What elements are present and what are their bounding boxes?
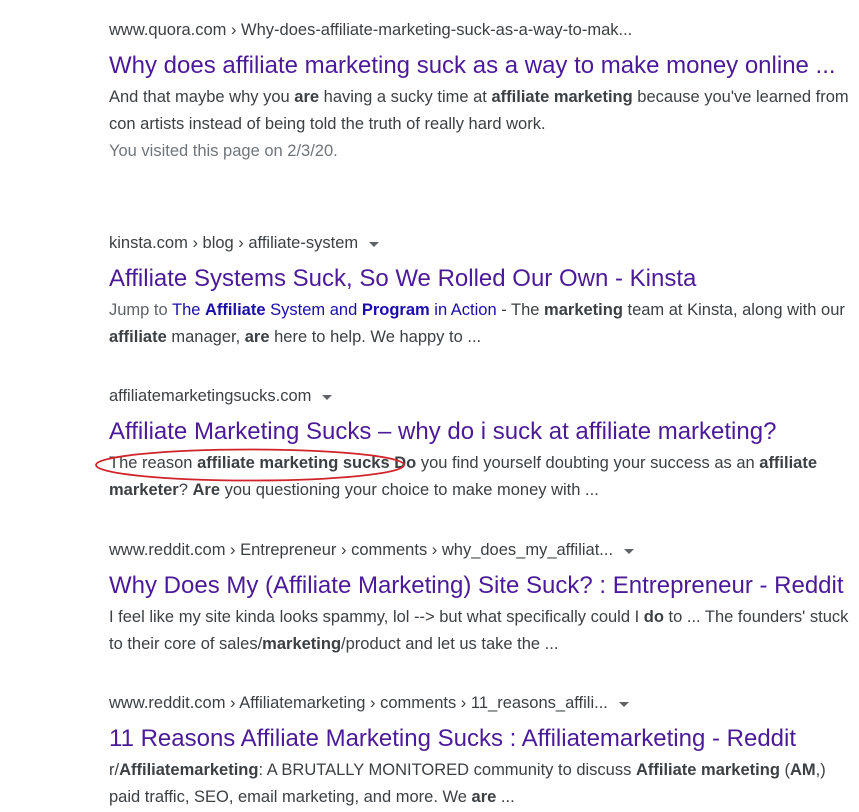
result-url[interactable]: affiliatemarketingsucks.com	[109, 384, 311, 408]
search-result: affiliatemarketingsucks.com Affiliate Ma…	[109, 384, 859, 504]
result-url[interactable]: www.reddit.com › Entrepreneur › comments…	[109, 538, 613, 562]
result-title-link[interactable]: Affiliate Systems Suck, So We Rolled Our…	[109, 262, 859, 295]
snippet-text: - The	[496, 301, 545, 319]
result-url[interactable]: www.quora.com › Why-does-affiliate-marke…	[109, 18, 632, 42]
snippet-text: : A BRUTALLY MONITORED community to disc…	[258, 761, 636, 779]
result-snippet: r/Affiliatemarketing: A BRUTALLY MONITOR…	[109, 757, 859, 811]
snippet-bold-term: are	[244, 328, 270, 346]
result-url[interactable]: www.reddit.com › Affiliatemarketing › co…	[109, 691, 608, 715]
result-snippet: I feel like my site kinda looks spammy, …	[109, 604, 859, 658]
red-ellipse-annotation	[95, 448, 405, 482]
snippet-text: r/	[109, 761, 120, 779]
search-result: www.reddit.com › Affiliatemarketing › co…	[109, 691, 859, 811]
result-cite[interactable]: www.quora.com › Why-does-affiliate-marke…	[109, 18, 859, 42]
caret-down-icon[interactable]	[322, 394, 333, 400]
snippet-bold-term: Affiliate marketing	[635, 761, 780, 779]
result-snippet: And that maybe why you are having a suck…	[109, 84, 859, 138]
snippet-text: ...	[496, 788, 515, 806]
caret-down-icon[interactable]	[618, 701, 629, 707]
snippet-text: /product and let us take the ...	[341, 635, 559, 653]
caret-down-icon[interactable]	[369, 241, 380, 247]
result-url[interactable]: kinsta.com › blog › affiliate-system	[109, 231, 358, 255]
jump-to-prefix: Jump to	[109, 301, 172, 319]
result-cite[interactable]: kinsta.com › blog › affiliate-system	[109, 231, 859, 255]
snippet-text: And that maybe why you	[109, 88, 295, 106]
snippet-text: you find yourself doubting your success …	[416, 454, 760, 472]
result-cite[interactable]: affiliatemarketingsucks.com	[109, 384, 859, 408]
search-result: kinsta.com › blog › affiliate-system Aff…	[109, 231, 859, 351]
snippet-bold-term: are	[294, 88, 320, 106]
snippet-text: having a sucky time at	[319, 88, 492, 106]
snippet-bold-term: are	[471, 788, 497, 806]
caret-down-icon[interactable]	[624, 548, 635, 554]
snippet-bold-term: affiliate marketing	[491, 88, 633, 106]
result-cite[interactable]: www.reddit.com › Entrepreneur › comments…	[109, 538, 859, 562]
snippet-text: I feel like my site kinda looks spammy, …	[109, 608, 644, 626]
result-cite[interactable]: www.reddit.com › Affiliatemarketing › co…	[109, 691, 859, 715]
visited-note: You visited this page on 2/3/20.	[109, 142, 338, 160]
search-result: www.reddit.com › Entrepreneur › comments…	[109, 538, 859, 658]
snippet-text: in Action	[429, 301, 497, 319]
result-snippet: Jump to The Affiliate System and Program…	[109, 297, 859, 351]
snippet-bold-term: marketing	[544, 301, 623, 319]
search-result: www.quora.com › Why-does-affiliate-marke…	[109, 18, 859, 165]
result-title-link[interactable]: Why Does My (Affiliate Marketing) Site S…	[109, 569, 859, 602]
snippet-bold-term: Program	[361, 301, 430, 319]
snippet-bold-term: Affiliatemarketing	[119, 761, 259, 779]
result-title-link[interactable]: Affiliate Marketing Sucks – why do i suc…	[109, 415, 859, 448]
snippet-text: team at Kinsta, along with our	[622, 301, 845, 319]
snippet-bold-term: affiliate	[109, 328, 167, 346]
jump-to-link[interactable]: The Affiliate System and Program in Acti…	[172, 301, 497, 319]
snippet-text: System and	[265, 301, 362, 319]
result-title-link[interactable]: 11 Reasons Affiliate Marketing Sucks : A…	[109, 722, 859, 755]
snippet-text: here to help. We happy to ...	[269, 328, 482, 346]
snippet-text: manager,	[166, 328, 245, 346]
result-title-link[interactable]: Why does affiliate marketing suck as a w…	[109, 49, 849, 82]
snippet-bold-term: Affiliate	[205, 301, 266, 319]
snippet-bold-term: marketing	[262, 635, 342, 653]
snippet-bold-term: AM	[790, 761, 816, 779]
snippet-text: (	[779, 761, 790, 779]
snippet-text: The	[171, 301, 206, 319]
snippet-bold-term: do	[643, 608, 664, 626]
